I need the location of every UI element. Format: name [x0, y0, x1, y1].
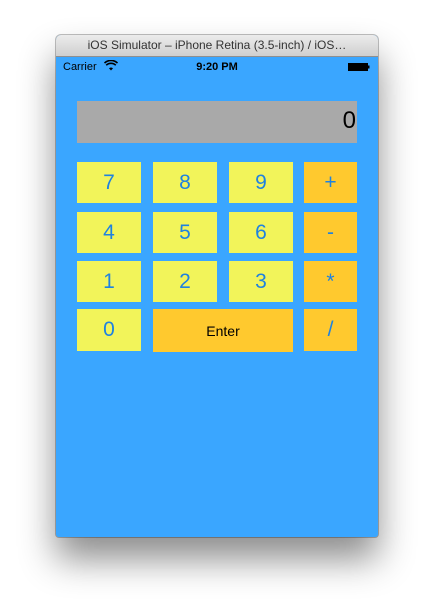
- window-title: iOS Simulator – iPhone Retina (3.5-inch)…: [87, 38, 347, 52]
- minus-button[interactable]: -: [304, 212, 357, 253]
- key-6-button[interactable]: 6: [229, 212, 293, 253]
- key-0-button[interactable]: 0: [77, 309, 141, 351]
- status-time: 9:20 PM: [196, 61, 238, 73]
- key-2-button[interactable]: 2: [153, 261, 217, 302]
- simulator-window: iOS Simulator – iPhone Retina (3.5-inch)…: [56, 35, 378, 537]
- phone-screen: Carrier 9:20 PM 0 7 8 9 + 4 5 6 - 1 2 3 …: [56, 57, 378, 537]
- plus-button[interactable]: +: [304, 162, 357, 203]
- key-9-button[interactable]: 9: [229, 162, 293, 203]
- key-4-button[interactable]: 4: [77, 212, 141, 253]
- calculator-display: 0: [77, 101, 357, 143]
- key-3-button[interactable]: 3: [229, 261, 293, 302]
- key-1-button[interactable]: 1: [77, 261, 141, 302]
- enter-button[interactable]: Enter: [153, 309, 293, 352]
- multiply-button[interactable]: *: [304, 261, 357, 302]
- key-5-button[interactable]: 5: [153, 212, 217, 253]
- display-value: 0: [342, 107, 356, 134]
- window-titlebar[interactable]: iOS Simulator – iPhone Retina (3.5-inch)…: [56, 35, 378, 57]
- divide-button[interactable]: /: [304, 309, 357, 351]
- key-7-button[interactable]: 7: [77, 162, 141, 203]
- battery-icon: [348, 63, 370, 71]
- key-8-button[interactable]: 8: [153, 162, 217, 203]
- status-bar: Carrier 9:20 PM: [56, 57, 378, 77]
